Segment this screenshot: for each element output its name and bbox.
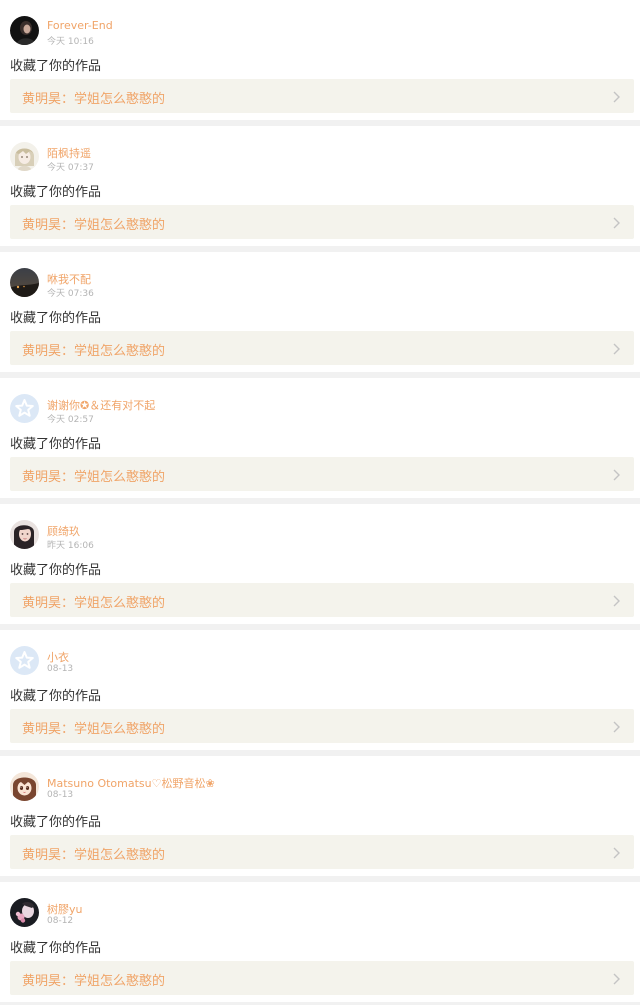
avatar[interactable]: [10, 142, 39, 171]
work-title: 黄明昊：学姐怎么憨憨的: [22, 92, 166, 107]
notification-card: Forever-End 今天 10:16 收藏了你的作品 黄明昊：学姐怎么憨憨的: [0, 0, 640, 120]
notification-card: 顾绮玖 昨天 16:06 收藏了你的作品 黄明昊：学姐怎么憨憨的: [0, 504, 640, 624]
avatar[interactable]: [10, 646, 39, 675]
action-text: 收藏了你的作品: [10, 563, 102, 578]
timestamp: 08-12: [47, 916, 74, 926]
work-link[interactable]: 黄明昊：学姐怎么憨憨的: [10, 835, 634, 869]
work-title: 黄明昊：学姐怎么憨憨的: [22, 596, 166, 611]
notification-card: 谢谢你✪＆还有对不起 今天 02:57 收藏了你的作品 黄明昊：学姐怎么憨憨的: [0, 378, 640, 498]
action-text: 收藏了你的作品: [10, 59, 102, 74]
username[interactable]: 谢谢你✪＆还有对不起: [47, 397, 155, 413]
work-title: 黄明昊：学姐怎么憨憨的: [22, 722, 166, 737]
work-title: 黄明昊：学姐怎么憨憨的: [22, 344, 166, 359]
chevron-right-icon: [611, 343, 621, 355]
chevron-right-icon: [611, 721, 621, 733]
avatar[interactable]: [10, 394, 39, 423]
avatar[interactable]: [10, 898, 39, 927]
action-text: 收藏了你的作品: [10, 689, 102, 704]
work-link[interactable]: 黄明昊：学姐怎么憨憨的: [10, 961, 634, 995]
night-landscape-avatar: [10, 268, 39, 297]
avatar[interactable]: [10, 268, 39, 297]
work-link[interactable]: 黄明昊：学姐怎么憨憨的: [10, 79, 634, 113]
notification-card: 咻我不配 今天 07:36 收藏了你的作品 黄明昊：学姐怎么憨憨的: [0, 252, 640, 372]
action-text: 收藏了你的作品: [10, 185, 102, 200]
action-text: 收藏了你的作品: [10, 815, 102, 830]
timestamp: 今天 02:57: [47, 415, 94, 425]
anime-girl-avatar: [10, 772, 39, 801]
timestamp: 今天 07:36: [47, 289, 94, 299]
username[interactable]: 陌枫持遥: [47, 145, 91, 161]
chevron-right-icon: [611, 91, 621, 103]
work-link[interactable]: 黄明昊：学姐怎么憨憨的: [10, 457, 634, 491]
timestamp: 今天 10:16: [47, 37, 94, 47]
dark-portrait-avatar: [10, 16, 39, 45]
notification-card: 小衣 08-13 收藏了你的作品 黄明昊：学姐怎么憨憨的: [0, 630, 640, 750]
username[interactable]: 树膠yu: [47, 901, 82, 917]
username[interactable]: 咻我不配: [47, 271, 91, 287]
anime-character-avatar: [10, 142, 39, 171]
username[interactable]: Forever-End: [47, 19, 113, 32]
timestamp: 昨天 16:06: [47, 541, 94, 551]
work-title: 黄明昊：学姐怎么憨憨的: [22, 848, 166, 863]
notification-card: 树膠yu 08-12 收藏了你的作品 黄明昊：学姐怎么憨憨的: [0, 882, 640, 1002]
notification-card: 陌枫持遥 今天 07:37 收藏了你的作品 黄明昊：学姐怎么憨憨的: [0, 126, 640, 246]
avatar[interactable]: [10, 16, 39, 45]
star-icon: [10, 646, 39, 675]
star-icon: [10, 394, 39, 423]
action-text: 收藏了你的作品: [10, 437, 102, 452]
chevron-right-icon: [611, 469, 621, 481]
work-link[interactable]: 黄明昊：学姐怎么憨憨的: [10, 583, 634, 617]
work-title: 黄明昊：学姐怎么憨憨的: [22, 218, 166, 233]
username[interactable]: Matsuno Otomatsu♡松野音松❀: [47, 775, 215, 791]
chevron-right-icon: [611, 217, 621, 229]
avatar[interactable]: [10, 772, 39, 801]
pink-flower-avatar: [10, 898, 39, 927]
action-text: 收藏了你的作品: [10, 311, 102, 326]
work-link[interactable]: 黄明昊：学姐怎么憨憨的: [10, 331, 634, 365]
timestamp: 今天 07:37: [47, 163, 94, 173]
chevron-right-icon: [611, 973, 621, 985]
username[interactable]: 小衣: [47, 649, 69, 665]
notification-card: Matsuno Otomatsu♡松野音松❀ 08-13 收藏了你的作品 黄明昊…: [0, 756, 640, 876]
chevron-right-icon: [611, 595, 621, 607]
timestamp: 08-13: [47, 664, 74, 674]
work-title: 黄明昊：学姐怎么憨憨的: [22, 470, 166, 485]
chevron-right-icon: [611, 847, 621, 859]
avatar[interactable]: [10, 520, 39, 549]
notification-feed: Forever-End 今天 10:16 收藏了你的作品 黄明昊：学姐怎么憨憨的…: [0, 0, 640, 1002]
timestamp: 08-13: [47, 790, 74, 800]
work-link[interactable]: 黄明昊：学姐怎么憨憨的: [10, 205, 634, 239]
girl-portrait-avatar: [10, 520, 39, 549]
work-title: 黄明昊：学姐怎么憨憨的: [22, 974, 166, 989]
action-text: 收藏了你的作品: [10, 941, 102, 956]
username[interactable]: 顾绮玖: [47, 523, 80, 539]
work-link[interactable]: 黄明昊：学姐怎么憨憨的: [10, 709, 634, 743]
